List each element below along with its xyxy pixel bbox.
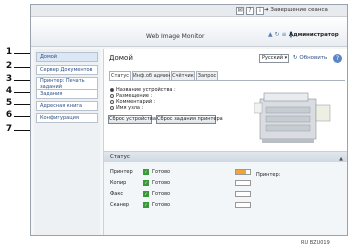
status-row: Копир ✓ Готово (110, 179, 310, 187)
status-row: Факс ✓ Готово (110, 190, 310, 198)
reset-device-button[interactable]: Сброс устройства (108, 115, 156, 124)
mail-icon[interactable]: ✉ (236, 7, 244, 15)
status-state: Готово (152, 202, 171, 208)
status-gauge (235, 191, 251, 197)
main-content: Домой Русский ▾ ↻ Обновить ? Статус Инф.… (103, 49, 347, 235)
status-state: Готово (152, 191, 171, 197)
app-title: Web Image Monitor (146, 33, 205, 40)
sidebar-item-configuration[interactable]: Конфигурация (36, 113, 98, 123)
status-gauge (235, 202, 251, 208)
status-device: Сканер (110, 202, 130, 208)
callout-2: 2 (5, 61, 13, 71)
browser-window: ✉ ? i ➜ Завершение сеанса Web Image Moni… (30, 4, 348, 236)
top-toolbar: ✉ ? i ➜ Завершение сеанса (31, 5, 347, 17)
help-icon[interactable]: ? (333, 54, 342, 63)
figure-code: RU BZU019 (301, 240, 330, 246)
status-device: Факс (110, 191, 124, 197)
sidebar: Домой Сервер Документов Принтер: Печать … (34, 49, 100, 235)
callout-6: 6 (5, 110, 13, 120)
collapse-icon[interactable]: ▲ (339, 154, 343, 164)
ok-icon: ✓ (143, 191, 149, 197)
status-state: Готово (152, 180, 171, 186)
status-header-label: Статус (110, 154, 130, 160)
printer-image (254, 92, 331, 143)
callout-1: 1 (5, 47, 13, 57)
reset-print-jobs-button[interactable]: Сброс задания принтера (156, 115, 223, 124)
ok-icon: ✓ (143, 169, 149, 175)
language-select[interactable]: Русский ▾ (259, 54, 289, 63)
admin-label: Администратор (289, 32, 339, 38)
printer-status-label: Принтер: (256, 172, 281, 178)
logout-label: Завершение сеанса (270, 7, 328, 13)
sidebar-item-jobs[interactable]: Задания (36, 89, 98, 99)
sidebar-item-home[interactable]: Домой (36, 52, 98, 62)
status-state: Готово (152, 169, 171, 175)
callout-5: 5 (5, 98, 13, 108)
status-gauge (235, 180, 251, 186)
language-value: Русский (262, 55, 283, 61)
title-bar: Web Image Monitor ▲ ↻ ≡ ❚ Администратор (31, 17, 347, 47)
status-row: Сканер ✓ Готово (110, 201, 310, 209)
ok-icon: ✓ (143, 180, 149, 186)
tab-underline (109, 80, 345, 81)
status-device: Принтер (110, 169, 133, 175)
refresh-label: Обновить (299, 55, 328, 61)
logout-link[interactable]: ➜ Завершение сеанса (264, 7, 328, 13)
sidebar-item-address-book[interactable]: Адресная книга (36, 101, 98, 111)
callout-3: 3 (5, 74, 13, 84)
ok-icon: ✓ (143, 202, 149, 208)
page-title: Домой (109, 54, 133, 62)
callout-7: 7 (5, 124, 13, 134)
callout-4: 4 (5, 86, 13, 96)
status-header[interactable]: Статус ▲ (104, 152, 347, 164)
sidebar-item-document-server[interactable]: Сервер Документов (36, 65, 98, 75)
toner-gauge (235, 169, 251, 175)
question-icon[interactable]: ? (246, 7, 254, 15)
info-icon[interactable]: i (256, 7, 264, 15)
refresh-button[interactable]: ↻ Обновить (293, 55, 327, 61)
status-device: Копир (110, 180, 127, 186)
radio-host-name[interactable]: Имя узла : (110, 105, 143, 111)
status-panel: Статус ▲ Принтер ✓ Готово Копир ✓ Готово… (104, 151, 347, 235)
radio-label: Имя узла (116, 105, 140, 111)
